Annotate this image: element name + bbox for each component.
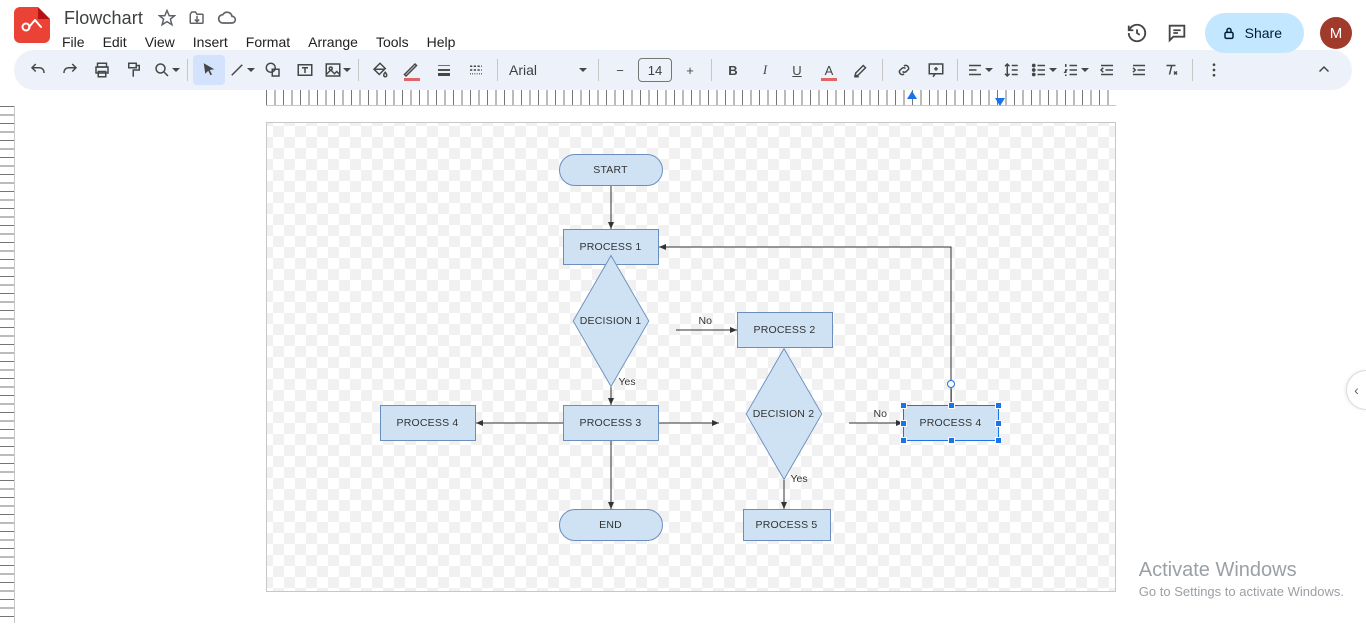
resize-handle[interactable] xyxy=(948,437,955,444)
bulleted-list-button[interactable] xyxy=(1027,55,1059,85)
paint-format-button[interactable] xyxy=(118,55,150,85)
indent-decrease-button[interactable] xyxy=(1091,55,1123,85)
edge-label-yes-1: Yes xyxy=(619,376,636,388)
node-start[interactable]: START xyxy=(559,154,663,186)
menu-file[interactable]: File xyxy=(54,30,93,54)
node-decision1[interactable]: DECISION 1 xyxy=(574,284,648,358)
connectors-layer xyxy=(267,123,1115,591)
bold-button[interactable]: B xyxy=(717,55,749,85)
title-bar: Flowchart File Edit View Insert Format A… xyxy=(0,0,1366,48)
menu-help[interactable]: Help xyxy=(419,30,464,54)
clear-formatting-button[interactable] xyxy=(1155,55,1187,85)
select-tool[interactable] xyxy=(193,55,225,85)
drawing-page[interactable]: START PROCESS 1 DECISION 1 PROCESS 2 PRO… xyxy=(266,122,1116,592)
border-weight-button[interactable] xyxy=(428,55,460,85)
collapse-toolbar-button[interactable] xyxy=(1308,55,1340,85)
menu-format[interactable]: Format xyxy=(238,30,298,54)
node-end[interactable]: END xyxy=(559,509,663,541)
document-title[interactable]: Flowchart xyxy=(60,8,147,29)
zoom-dropdown[interactable] xyxy=(150,55,182,85)
rotation-handle[interactable] xyxy=(947,380,955,388)
edge-label-no-2: No xyxy=(874,408,887,420)
undo-button[interactable] xyxy=(22,55,54,85)
line-tool[interactable] xyxy=(225,55,257,85)
numbered-list-button[interactable] xyxy=(1059,55,1091,85)
insert-link-button[interactable] xyxy=(888,55,920,85)
menu-bar: File Edit View Insert Format Arrange Too… xyxy=(54,30,1125,54)
image-tool[interactable] xyxy=(321,55,353,85)
resize-handle[interactable] xyxy=(948,402,955,409)
text-color-button[interactable]: A xyxy=(813,55,845,85)
edge-label-no-1: No xyxy=(699,315,712,327)
canvas[interactable]: START PROCESS 1 DECISION 1 PROCESS 2 PRO… xyxy=(15,106,1366,623)
node-decision2[interactable]: DECISION 2 xyxy=(747,377,821,451)
horizontal-ruler[interactable] xyxy=(15,90,1364,106)
print-button[interactable] xyxy=(86,55,118,85)
comments-icon[interactable] xyxy=(1165,21,1189,45)
resize-handle[interactable] xyxy=(900,420,907,427)
line-spacing-button[interactable] xyxy=(995,55,1027,85)
font-size-increase[interactable]: + xyxy=(674,55,706,85)
menu-insert[interactable]: Insert xyxy=(185,30,236,54)
lock-icon xyxy=(1221,25,1237,41)
node-process3[interactable]: PROCESS 3 xyxy=(563,405,659,441)
node-process2[interactable]: PROCESS 2 xyxy=(737,312,833,348)
node-process4-right[interactable]: PROCESS 4 xyxy=(903,405,999,441)
account-avatar[interactable]: M xyxy=(1320,17,1352,49)
resize-handle[interactable] xyxy=(995,437,1002,444)
ruler-indent-marker[interactable] xyxy=(907,91,917,99)
font-size-decrease[interactable]: − xyxy=(604,55,636,85)
italic-button[interactable]: I xyxy=(749,55,781,85)
font-size-input[interactable]: 14 xyxy=(638,58,672,82)
app-logo[interactable] xyxy=(14,7,50,43)
resize-handle[interactable] xyxy=(995,420,1002,427)
workspace: START PROCESS 1 DECISION 1 PROCESS 2 PRO… xyxy=(0,90,1366,623)
border-color-button[interactable] xyxy=(396,55,428,85)
menu-tools[interactable]: Tools xyxy=(368,30,417,54)
underline-button[interactable]: U xyxy=(781,55,813,85)
redo-button[interactable] xyxy=(54,55,86,85)
border-dash-button[interactable] xyxy=(460,55,492,85)
menu-arrange[interactable]: Arrange xyxy=(300,30,366,54)
resize-handle[interactable] xyxy=(995,402,1002,409)
move-icon[interactable] xyxy=(187,8,207,28)
resize-handle[interactable] xyxy=(900,437,907,444)
insert-comment-button[interactable] xyxy=(920,55,952,85)
share-label: Share xyxy=(1245,25,1282,41)
cloud-status-icon[interactable] xyxy=(217,8,237,28)
ruler-margin-marker[interactable] xyxy=(995,98,1005,106)
toolbar: Arial − 14 + B I U A xyxy=(14,50,1352,90)
textbox-tool[interactable] xyxy=(289,55,321,85)
menu-edit[interactable]: Edit xyxy=(95,30,135,54)
vertical-ruler[interactable] xyxy=(0,106,15,623)
align-dropdown[interactable] xyxy=(963,55,995,85)
node-process4-left[interactable]: PROCESS 4 xyxy=(380,405,476,441)
font-family-dropdown[interactable]: Arial xyxy=(503,55,593,85)
fill-color-button[interactable] xyxy=(364,55,396,85)
shape-tool[interactable] xyxy=(257,55,289,85)
resize-handle[interactable] xyxy=(900,402,907,409)
indent-increase-button[interactable] xyxy=(1123,55,1155,85)
more-options-button[interactable] xyxy=(1198,55,1230,85)
history-icon[interactable] xyxy=(1125,21,1149,45)
node-process5[interactable]: PROCESS 5 xyxy=(743,509,831,541)
highlight-button[interactable] xyxy=(845,55,877,85)
edge-label-yes-2: Yes xyxy=(791,473,808,485)
menu-view[interactable]: View xyxy=(137,30,183,54)
share-button[interactable]: Share xyxy=(1205,13,1304,53)
star-icon[interactable] xyxy=(157,8,177,28)
